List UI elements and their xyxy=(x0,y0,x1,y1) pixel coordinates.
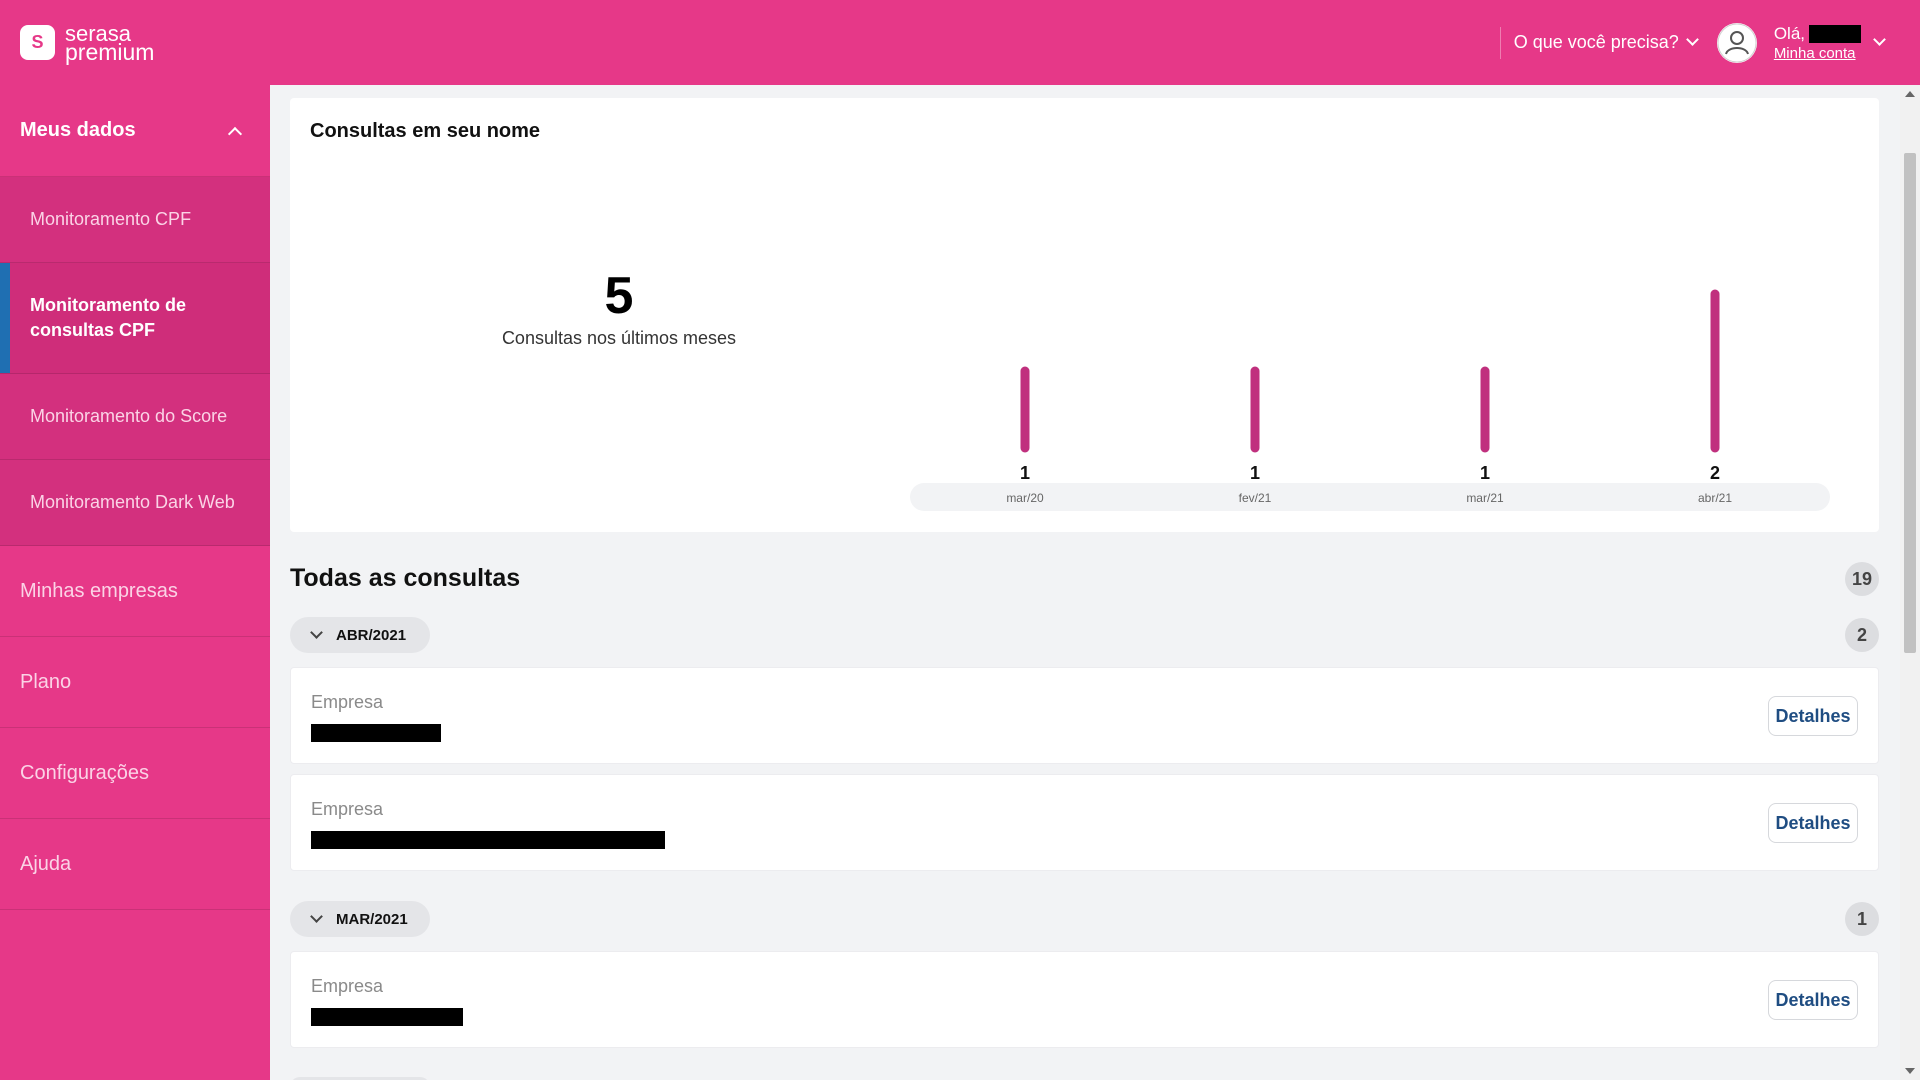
consulta-row: Empresa Detalhes xyxy=(290,774,1879,871)
scroll-up-arrow-icon[interactable] xyxy=(1905,91,1915,97)
consultas-summary-card: Consultas em seu nome 5 Consultas nos úl… xyxy=(290,98,1879,532)
details-button[interactable]: Detalhes xyxy=(1768,980,1858,1020)
month-group-label: MAR/2021 xyxy=(336,910,408,928)
redacted-company-name xyxy=(311,724,441,742)
sidebar-section-meus-dados[interactable]: Meus dados xyxy=(0,85,270,177)
sidebar-item-monitoramento-cpf[interactable]: Monitoramento CPF xyxy=(0,177,270,263)
details-button[interactable]: Detalhes xyxy=(1768,696,1858,736)
empresa-label: Empresa xyxy=(311,976,384,996)
chart-value-label: 2 xyxy=(1710,463,1720,483)
user-icon xyxy=(1717,23,1757,62)
account-greeting[interactable]: Olá, Minha conta xyxy=(1774,24,1861,62)
sidebar-item-monitoramento-consultas-cpf[interactable]: Monitoramento de consultas CPF xyxy=(0,263,270,374)
chart-value-label: 1 xyxy=(1250,463,1260,483)
chart-category-label: mar/20 xyxy=(1006,491,1044,505)
chevron-down-icon xyxy=(310,910,323,923)
main-content: Consultas em seu nome 5 Consultas nos úl… xyxy=(290,85,1880,1080)
sidebar-item-configuracoes[interactable]: Configurações xyxy=(0,728,270,819)
chart-category-label: abr/21 xyxy=(1698,491,1732,505)
header-divider xyxy=(1499,26,1501,59)
logo-text-line2: premium xyxy=(65,38,155,65)
chevron-down-icon xyxy=(1685,33,1699,46)
card-title: Consultas em seu nome xyxy=(310,120,541,142)
scroll-thumb[interactable] xyxy=(1904,153,1916,653)
chart-category-label: mar/21 xyxy=(1466,491,1504,505)
avatar[interactable] xyxy=(1716,22,1757,63)
serasa-logo[interactable]: S serasa premium xyxy=(20,22,155,65)
redacted-username xyxy=(1809,24,1861,43)
sidebar-item-monitoramento-score[interactable]: Monitoramento do Score xyxy=(0,374,270,460)
serasa-logo-icon: S xyxy=(20,25,55,60)
empresa-label: Empresa xyxy=(311,799,384,819)
total-consultas-number: 5 xyxy=(604,267,634,325)
redacted-company-name xyxy=(311,1008,463,1026)
what-do-you-need-label: O que você precisa? xyxy=(1513,32,1679,52)
all-consultas-title: Todas as consultas xyxy=(290,564,521,592)
sidebar-item-plano[interactable]: Plano xyxy=(0,637,270,728)
empresa-label: Empresa xyxy=(311,692,384,712)
chevron-up-icon xyxy=(227,126,243,141)
sidebar-item-ajuda[interactable]: Ajuda xyxy=(0,819,270,910)
month-group-label: ABR/2021 xyxy=(336,626,407,644)
month-count-badge: 1 xyxy=(1845,902,1879,936)
top-header: S serasa premium O que você precisa? Olá… xyxy=(0,0,1920,85)
sidebar: Meus dados Monitoramento CPF Monitoramen… xyxy=(0,85,270,1080)
consultas-bar-chart: 1 mar/20 1 fev/21 1 mar/21 2 abr/21 xyxy=(910,289,1830,511)
what-do-you-need-menu[interactable]: O que você precisa? xyxy=(1513,32,1699,53)
consulta-row: Empresa Detalhes xyxy=(290,667,1879,764)
chart-value-label: 1 xyxy=(1480,463,1490,483)
sidebar-item-monitoramento-dark-web[interactable]: Monitoramento Dark Web xyxy=(0,460,270,546)
account-chevron-down-icon[interactable] xyxy=(1873,33,1886,46)
total-consultas-label: Consultas nos últimos meses xyxy=(501,328,737,348)
month-count-badge: 2 xyxy=(1845,618,1879,652)
greeting-text: Olá, xyxy=(1773,23,1805,43)
my-account-link[interactable]: Minha conta xyxy=(1774,45,1861,62)
all-consultas-count-badge: 19 xyxy=(1845,562,1879,596)
redacted-company-name xyxy=(311,831,665,849)
chevron-down-icon xyxy=(310,626,323,639)
month-group-toggle[interactable]: ABR/2021 xyxy=(290,617,430,653)
page-scrollbar[interactable] xyxy=(1900,85,1920,1080)
scroll-down-arrow-icon[interactable] xyxy=(1905,1068,1915,1074)
sidebar-item-minhas-empresas[interactable]: Minhas empresas xyxy=(0,546,270,637)
chart-category-label: fev/21 xyxy=(1239,491,1272,505)
chart-value-label: 1 xyxy=(1020,463,1030,483)
month-group-toggle[interactable]: MAR/2021 xyxy=(290,901,430,937)
sidebar-section-label: Meus dados xyxy=(20,119,136,141)
x-axis-track xyxy=(910,483,1830,511)
consulta-row: Empresa Detalhes xyxy=(290,951,1879,1048)
details-button[interactable]: Detalhes xyxy=(1768,803,1858,843)
